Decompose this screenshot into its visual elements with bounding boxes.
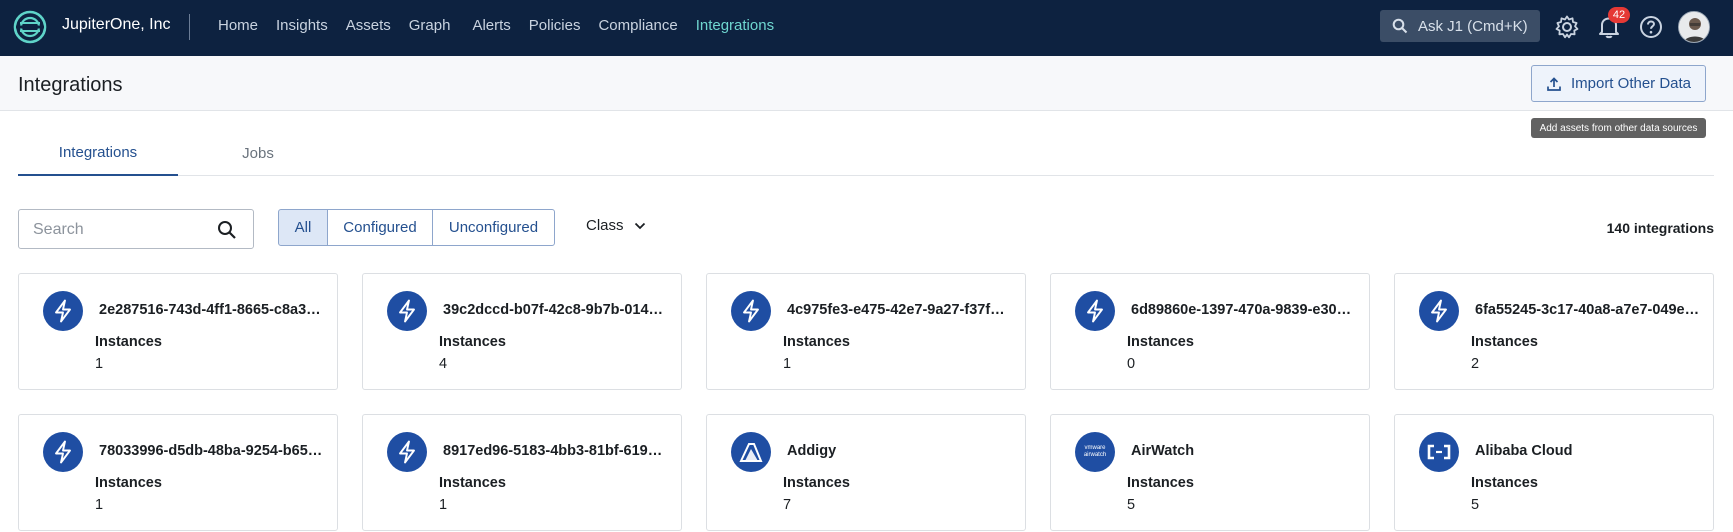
instances-count: 1 xyxy=(439,497,448,513)
page-title: Integrations xyxy=(18,74,123,96)
lightning-icon xyxy=(43,291,83,331)
instances-label: Instances xyxy=(95,475,162,491)
instances-count: 5 xyxy=(1127,497,1136,513)
upload-icon xyxy=(1547,76,1561,91)
tab-jobs[interactable]: Jobs xyxy=(178,130,338,176)
airwatch-logo-icon: vmware airwatch xyxy=(1075,432,1115,472)
ask-j1-button[interactable]: Ask J1 (Cmd+K) xyxy=(1380,10,1540,42)
integration-name: 4c975fe3-e475-42e7-9a27-f37f… xyxy=(787,302,1005,318)
integration-card[interactable]: 4c975fe3-e475-42e7-9a27-f37f… Instances … xyxy=(706,273,1026,390)
instances-count: 5 xyxy=(1471,497,1480,513)
nav-integrations[interactable]: Integrations xyxy=(696,17,774,34)
divider xyxy=(189,14,190,40)
avatar[interactable] xyxy=(1678,11,1710,43)
integration-card[interactable]: 6fa55245-3c17-40a8-a7e7-049e… Instances … xyxy=(1394,273,1714,390)
top-navigation-bar: JupiterOne, Inc Home Insights Assets Gra… xyxy=(0,0,1733,56)
tab-integrations[interactable]: Integrations xyxy=(18,130,178,176)
filter-configured[interactable]: Configured xyxy=(327,209,433,246)
instances-label: Instances xyxy=(1127,475,1194,491)
instances-label: Instances xyxy=(439,334,506,350)
lightning-icon xyxy=(1075,291,1115,331)
integration-name: 39c2dccd-b07f-42c8-9b7b-014e… xyxy=(443,302,669,318)
lightning-icon xyxy=(1419,291,1459,331)
class-dropdown[interactable]: Class xyxy=(586,217,646,234)
instances-count: 1 xyxy=(95,497,104,513)
nav-graph[interactable]: Graph xyxy=(409,17,451,34)
instances-label: Instances xyxy=(1471,475,1538,491)
search-icon[interactable] xyxy=(217,220,237,240)
search-input[interactable]: Search xyxy=(18,209,254,249)
integration-count: 140 integrations xyxy=(1606,220,1714,236)
ask-j1-label: Ask J1 (Cmd+K) xyxy=(1418,17,1528,35)
nav-alerts[interactable]: Alerts xyxy=(472,17,510,34)
nav-compliance[interactable]: Compliance xyxy=(598,17,677,34)
instances-count: 1 xyxy=(783,356,792,372)
user-avatar-icon xyxy=(1679,12,1709,42)
lightning-icon xyxy=(387,291,427,331)
lightning-icon xyxy=(731,291,771,331)
airwatch-logo-line-1: vmware xyxy=(1084,445,1106,451)
nav-policies[interactable]: Policies xyxy=(529,17,581,34)
integration-name: 6fa55245-3c17-40a8-a7e7-049e… xyxy=(1475,302,1700,318)
lightning-icon xyxy=(43,432,83,472)
integration-card[interactable]: 6d89860e-1397-470a-9839-e30… Instances 0 xyxy=(1050,273,1370,390)
page-header: Integrations xyxy=(0,56,1733,111)
instances-count: 2 xyxy=(1471,356,1480,372)
instances-label: Instances xyxy=(95,334,162,350)
instances-label: Instances xyxy=(1471,334,1538,350)
integration-name: Addigy xyxy=(787,443,837,459)
integration-name: 2e287516-743d-4ff1-8665-c8a3… xyxy=(99,302,321,318)
integration-card[interactable]: vmware airwatch AirWatch Instances 5 xyxy=(1050,414,1370,531)
integration-name: 78033996-d5db-48ba-9254-b65… xyxy=(99,443,323,459)
nav-home[interactable]: Home xyxy=(218,17,258,34)
filter-all[interactable]: All xyxy=(278,209,328,246)
chevron-down-icon xyxy=(634,222,645,229)
filter-unconfigured[interactable]: Unconfigured xyxy=(432,209,555,246)
help-icon[interactable] xyxy=(1638,14,1664,40)
organization-name[interactable]: JupiterOne, Inc xyxy=(62,16,171,34)
instances-count: 7 xyxy=(783,497,792,513)
integration-name: Alibaba Cloud xyxy=(1475,443,1573,459)
alibaba-cloud-logo-icon xyxy=(1419,432,1459,472)
nav-insights[interactable]: Insights xyxy=(276,17,328,34)
instances-label: Instances xyxy=(1127,334,1194,350)
instances-count: 4 xyxy=(439,356,448,372)
integration-card[interactable]: Addigy Instances 7 xyxy=(706,414,1026,531)
notification-badge: 42 xyxy=(1608,7,1630,23)
search-placeholder: Search xyxy=(33,221,84,238)
instances-label: Instances xyxy=(783,475,850,491)
instances-count: 1 xyxy=(95,356,104,372)
integration-name: 6d89860e-1397-470a-9839-e30… xyxy=(1131,302,1352,318)
search-icon xyxy=(1392,18,1408,34)
instances-label: Instances xyxy=(439,475,506,491)
integration-card[interactable]: 39c2dccd-b07f-42c8-9b7b-014e… Instances … xyxy=(362,273,682,390)
import-other-data-button[interactable]: Import Other Data xyxy=(1531,65,1706,102)
integration-card[interactable]: Alibaba Cloud Instances 5 xyxy=(1394,414,1714,531)
class-dropdown-label: Class xyxy=(586,217,624,234)
import-other-data-label: Import Other Data xyxy=(1570,75,1692,92)
addigy-logo-icon xyxy=(731,432,771,472)
integration-card[interactable]: 78033996-d5db-48ba-9254-b65… Instances 1 xyxy=(18,414,338,531)
integration-name: 8917ed96-5183-4bb3-81bf-619… xyxy=(443,443,663,459)
instances-label: Instances xyxy=(783,334,850,350)
nav-assets[interactable]: Assets xyxy=(346,17,391,34)
integration-card[interactable]: 8917ed96-5183-4bb3-81bf-619… Instances 1 xyxy=(362,414,682,531)
integration-name: AirWatch xyxy=(1131,443,1195,459)
main-nav: Home Insights Assets Graph Alerts Polici… xyxy=(218,17,792,34)
airwatch-logo-line-2: airwatch xyxy=(1083,452,1107,458)
integration-card[interactable]: 2e287516-743d-4ff1-8665-c8a3… Instances … xyxy=(18,273,338,390)
gear-icon[interactable] xyxy=(1554,14,1580,40)
jupiterone-logo-icon[interactable] xyxy=(12,9,48,45)
instances-count: 0 xyxy=(1127,356,1136,372)
tab-bar: Integrations Jobs xyxy=(18,130,1714,176)
lightning-icon xyxy=(387,432,427,472)
